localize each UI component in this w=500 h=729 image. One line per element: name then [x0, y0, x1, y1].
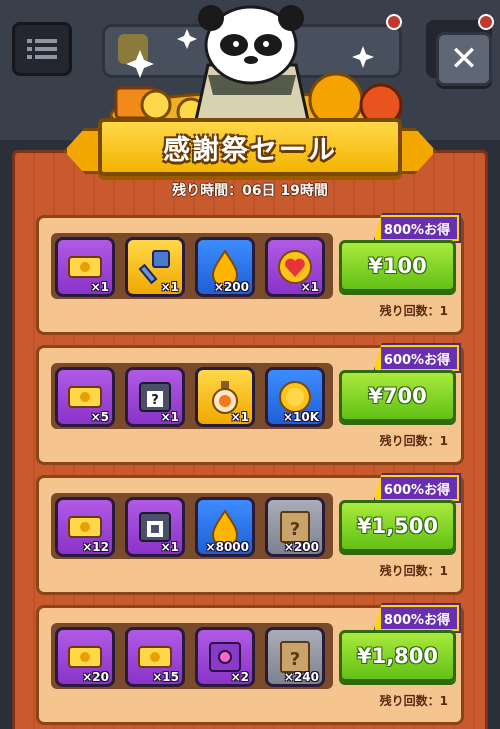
- close-button[interactable]: ✕: [436, 32, 492, 86]
- item-slot[interactable]: ×5: [55, 367, 115, 427]
- offer-items: ×12 ×1 ×8000 ? ×200: [51, 493, 333, 559]
- item-slot[interactable]: ? ×200: [265, 497, 325, 557]
- offer-items: ×20 ×15 ×2 ? ×240: [51, 623, 333, 689]
- page-title: 感謝祭セール: [163, 134, 337, 166]
- item-qty: ×1: [300, 280, 319, 294]
- remaining-count: 残り回数：1: [379, 564, 448, 578]
- svg-text:?: ?: [290, 519, 300, 540]
- offer-items: ×5 ? ×1 ×1 ×10K: [51, 363, 333, 429]
- item-qty: ×240: [283, 670, 319, 684]
- item-qty: ×20: [82, 670, 109, 684]
- item-slot[interactable]: ×1: [195, 367, 255, 427]
- bonus-label: 800%お得: [383, 222, 451, 238]
- item-slot[interactable]: ×2: [195, 627, 255, 687]
- buy-button[interactable]: ¥1,800: [339, 630, 456, 682]
- item-slot[interactable]: ×1: [55, 237, 115, 297]
- item-slot[interactable]: ×8000: [195, 497, 255, 557]
- item-qty: ×1: [160, 540, 179, 554]
- title-banner: 感謝祭セール: [98, 118, 402, 176]
- bonus-label: 800%お得: [383, 612, 451, 628]
- item-qty: ×12: [82, 540, 109, 554]
- item-qty: ×1: [230, 410, 249, 424]
- item-slot[interactable]: ×10K: [265, 367, 325, 427]
- bonus-tag: 600%お得: [373, 473, 461, 503]
- item-slot[interactable]: ×1: [125, 237, 185, 297]
- item-slot[interactable]: ? ×1: [125, 367, 185, 427]
- item-qty: ×1: [160, 280, 179, 294]
- panda-mascot-illustration: [109, 5, 403, 130]
- bonus-label: 600%お得: [383, 482, 451, 498]
- item-slot[interactable]: ×1: [265, 237, 325, 297]
- offer-card: 800%お得 ×20 ×15 ×2 ? ×240 ¥1,800 残り回数：1: [36, 603, 464, 725]
- item-qty: ×200: [213, 280, 249, 294]
- svg-text:?: ?: [151, 393, 159, 408]
- bonus-tag: 800%お得: [373, 603, 461, 633]
- offer-items: ×1 ×1 ×200 ×1: [51, 233, 333, 299]
- item-qty: ×15: [152, 670, 179, 684]
- item-slot[interactable]: ? ×240: [265, 627, 325, 687]
- bonus-label: 600%お得: [383, 352, 451, 368]
- buy-button[interactable]: ¥700: [339, 370, 456, 422]
- remaining-count: 残り回数：1: [379, 694, 448, 708]
- item-qty: ×8000: [205, 540, 249, 554]
- item-qty: ×1: [90, 280, 109, 294]
- item-slot[interactable]: ×200: [195, 237, 255, 297]
- offer-card: 600%お得 ×12 ×1 ×8000 ? ×200 ¥1,500 残り回数：1: [36, 473, 464, 595]
- remaining-time: 残り時間：06日 19時間: [172, 183, 328, 199]
- buy-button[interactable]: ¥100: [339, 240, 456, 292]
- item-qty: ×10K: [282, 410, 319, 424]
- offer-card: 800%お得 ×1 ×1 ×200 ×1 ¥100 残り回数：1: [36, 213, 464, 335]
- item-qty: ×1: [160, 410, 179, 424]
- item-slot[interactable]: ×20: [55, 627, 115, 687]
- item-qty: ×5: [90, 410, 109, 424]
- item-slot[interactable]: ×12: [55, 497, 115, 557]
- svg-text:?: ?: [290, 649, 300, 670]
- bonus-tag: 800%お得: [373, 213, 461, 243]
- alert-dot: [478, 14, 494, 30]
- item-qty: ×200: [283, 540, 319, 554]
- menu-button[interactable]: [12, 22, 72, 76]
- item-slot[interactable]: ×15: [125, 627, 185, 687]
- offer-card: 600%お得 ×5 ? ×1 ×1 ×10K ¥700 残り回数：1: [36, 343, 464, 465]
- bonus-tag: 600%お得: [373, 343, 461, 373]
- list-icon: [27, 39, 57, 59]
- item-slot[interactable]: ×1: [125, 497, 185, 557]
- remaining-count: 残り回数：1: [379, 434, 448, 448]
- remaining-count: 残り回数：1: [379, 304, 448, 318]
- buy-button[interactable]: ¥1,500: [339, 500, 456, 552]
- item-qty: ×2: [230, 670, 249, 684]
